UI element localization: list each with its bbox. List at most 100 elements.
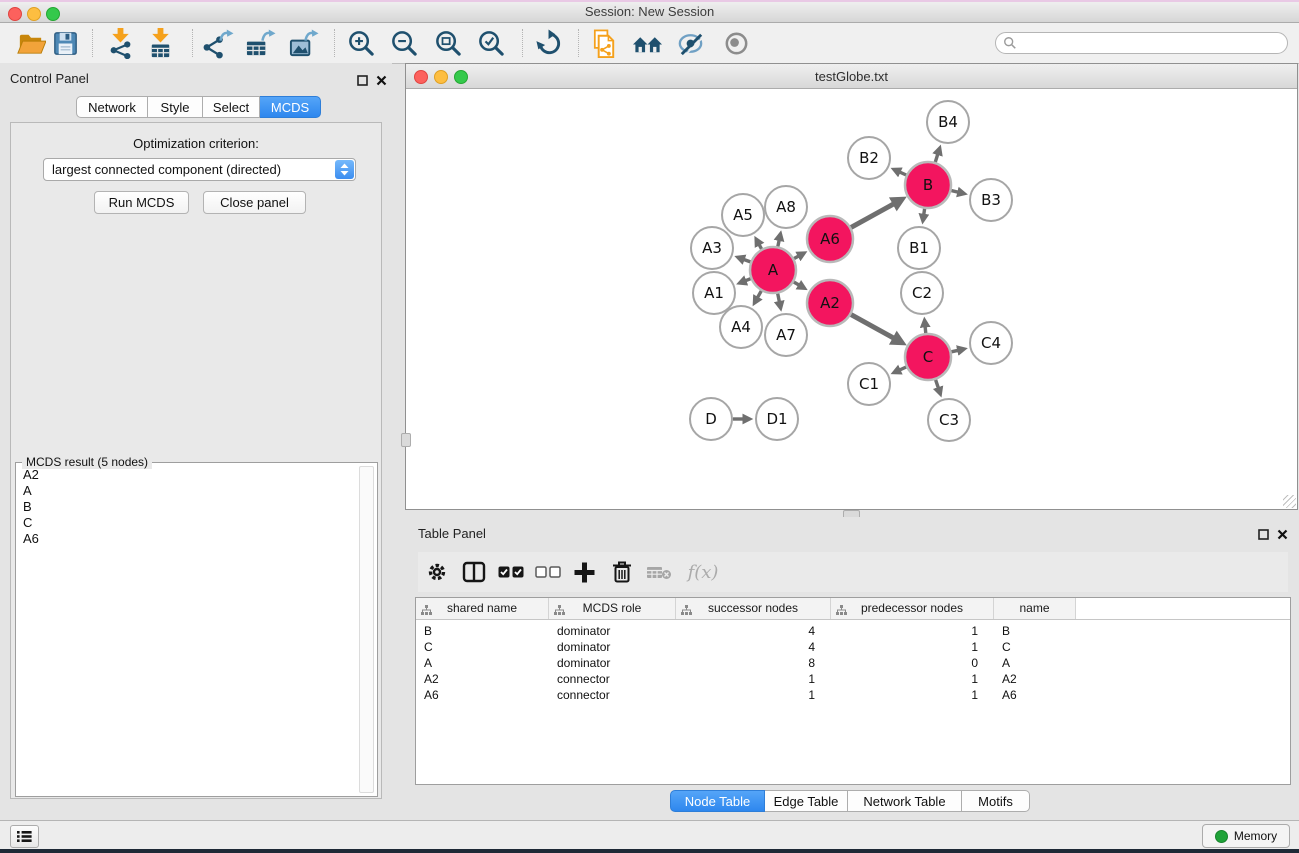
cell-shared-name[interactable]: A2 xyxy=(416,671,549,687)
graph-node-B1[interactable]: B1 xyxy=(898,227,940,269)
cell-predecessor-nodes[interactable]: 0 xyxy=(831,655,994,671)
cell-name[interactable]: C xyxy=(994,639,1076,655)
open-session-button[interactable] xyxy=(12,26,48,60)
graph-edge[interactable] xyxy=(794,255,800,258)
table-row[interactable]: A dominator 8 0 A xyxy=(416,655,1290,671)
table-row[interactable]: A2 connector 1 1 A2 xyxy=(416,671,1290,687)
save-session-button[interactable] xyxy=(47,26,83,60)
tab-network[interactable]: Network xyxy=(76,96,148,118)
float-panel-button[interactable] xyxy=(357,73,370,86)
column-header-shared-name[interactable]: shared name xyxy=(416,598,549,619)
cell-name[interactable]: B xyxy=(994,623,1076,639)
cell-shared-name[interactable]: A xyxy=(416,655,549,671)
graph-node-A1[interactable]: A1 xyxy=(693,272,735,314)
graph-edge[interactable] xyxy=(794,282,800,286)
select-all-button[interactable] xyxy=(492,555,529,589)
tab-edge-table[interactable]: Edge Table xyxy=(765,790,848,812)
graph-node-C[interactable]: C xyxy=(905,334,951,380)
cell-name[interactable]: A xyxy=(994,655,1076,671)
function-builder-button[interactable]: f(x) xyxy=(677,555,725,589)
graph-node-A2[interactable]: A2 xyxy=(807,280,853,326)
cell-mcds-role[interactable]: dominator xyxy=(549,655,676,671)
cell-mcds-role[interactable]: connector xyxy=(549,671,676,687)
float-table-panel-button[interactable] xyxy=(1258,527,1271,540)
close-panel-icon-button[interactable] xyxy=(376,73,389,86)
graph-edge[interactable] xyxy=(898,171,906,175)
graph-node-A4[interactable]: A4 xyxy=(720,306,762,348)
graph-edge[interactable] xyxy=(951,350,959,352)
search-field[interactable] xyxy=(995,32,1288,54)
graph-node-A[interactable]: A xyxy=(750,247,796,293)
graph-node-B2[interactable]: B2 xyxy=(848,137,890,179)
zoom-fit-button[interactable] xyxy=(430,26,466,60)
search-input[interactable] xyxy=(1017,35,1271,51)
graph-node-C2[interactable]: C2 xyxy=(901,272,943,314)
minimize-window-button[interactable] xyxy=(27,7,41,21)
graph-node-A5[interactable]: A5 xyxy=(722,194,764,236)
tab-network-table[interactable]: Network Table xyxy=(848,790,962,812)
import-table-button[interactable] xyxy=(142,26,178,60)
graph-edge[interactable] xyxy=(744,279,750,282)
criterion-dropdown[interactable]: largest connected component (directed) xyxy=(43,158,356,181)
refresh-view-button[interactable] xyxy=(531,26,567,60)
delete-column-button[interactable] xyxy=(603,555,640,589)
table-row[interactable]: C dominator 4 1 C xyxy=(416,639,1290,655)
tab-style[interactable]: Style xyxy=(148,96,203,118)
table-row[interactable]: B dominator 4 1 B xyxy=(416,623,1290,639)
minimize-network-button[interactable] xyxy=(434,70,448,84)
table-options-button[interactable] xyxy=(418,555,455,589)
export-table-button[interactable] xyxy=(242,26,278,60)
graph-edge[interactable] xyxy=(778,294,780,304)
graph-node-D1[interactable]: D1 xyxy=(756,398,798,440)
close-window-button[interactable] xyxy=(8,7,22,21)
zoom-selected-button[interactable] xyxy=(473,26,509,60)
divider-handle-vertical[interactable] xyxy=(401,433,411,447)
task-history-button[interactable] xyxy=(10,825,39,848)
graph-edge[interactable] xyxy=(851,315,896,340)
graph-edge[interactable] xyxy=(898,367,906,371)
column-layout-button[interactable] xyxy=(455,555,492,589)
close-table-panel-button[interactable] xyxy=(1277,527,1290,540)
graph-edge[interactable] xyxy=(851,203,896,228)
home-view-button[interactable] xyxy=(629,26,665,60)
cell-shared-name[interactable]: B xyxy=(416,623,549,639)
cell-mcds-role[interactable]: dominator xyxy=(549,639,676,655)
result-item[interactable]: A6 xyxy=(18,531,357,547)
column-header-predecessor-nodes[interactable]: predecessor nodes xyxy=(831,598,994,619)
network-window-titlebar[interactable]: testGlobe.txt xyxy=(406,64,1297,89)
graph-node-A8[interactable]: A8 xyxy=(765,186,807,228)
table-row[interactable]: A6 connector 1 1 A6 xyxy=(416,687,1290,703)
graph-node-A3[interactable]: A3 xyxy=(691,227,733,269)
cell-name[interactable]: A6 xyxy=(994,687,1076,703)
delete-table-button[interactable] xyxy=(640,555,677,589)
column-header-successor-nodes[interactable]: successor nodes xyxy=(676,598,831,619)
cell-successor-nodes[interactable]: 8 xyxy=(676,655,831,671)
cell-successor-nodes[interactable]: 1 xyxy=(676,671,831,687)
zoom-window-button[interactable] xyxy=(46,7,60,21)
graph-node-C1[interactable]: C1 xyxy=(848,363,890,405)
graph-edge[interactable] xyxy=(778,239,780,247)
graph-node-D[interactable]: D xyxy=(690,398,732,440)
cell-predecessor-nodes[interactable]: 1 xyxy=(831,687,994,703)
cell-name[interactable]: A2 xyxy=(994,671,1076,687)
cell-mcds-role[interactable]: dominator xyxy=(549,623,676,639)
export-image-button[interactable] xyxy=(285,26,321,60)
graph-edge[interactable] xyxy=(743,259,751,262)
cell-predecessor-nodes[interactable]: 1 xyxy=(831,671,994,687)
tab-select[interactable]: Select xyxy=(203,96,260,118)
network-from-file-button[interactable] xyxy=(586,26,622,60)
mcds-result-list[interactable]: A2 A B C A6 xyxy=(18,467,357,794)
column-header-name[interactable]: name xyxy=(994,598,1076,619)
tab-node-table[interactable]: Node Table xyxy=(670,790,765,812)
add-column-button[interactable] xyxy=(566,555,603,589)
network-canvas[interactable]: B4B2B3A8A5A3B1A1C2A4A7C4C1C3DD1BA6AA2C xyxy=(406,90,1297,509)
graph-edge[interactable] xyxy=(759,243,762,248)
graph-node-C4[interactable]: C4 xyxy=(970,322,1012,364)
graph-edge[interactable] xyxy=(936,380,939,389)
cell-predecessor-nodes[interactable]: 1 xyxy=(831,623,994,639)
cell-successor-nodes[interactable]: 1 xyxy=(676,687,831,703)
close-panel-button[interactable]: Close panel xyxy=(203,191,306,214)
column-header-mcds-role[interactable]: MCDS role xyxy=(549,598,676,619)
result-scrollbar[interactable] xyxy=(359,466,374,793)
show-graphics-details-button[interactable] xyxy=(718,26,754,60)
